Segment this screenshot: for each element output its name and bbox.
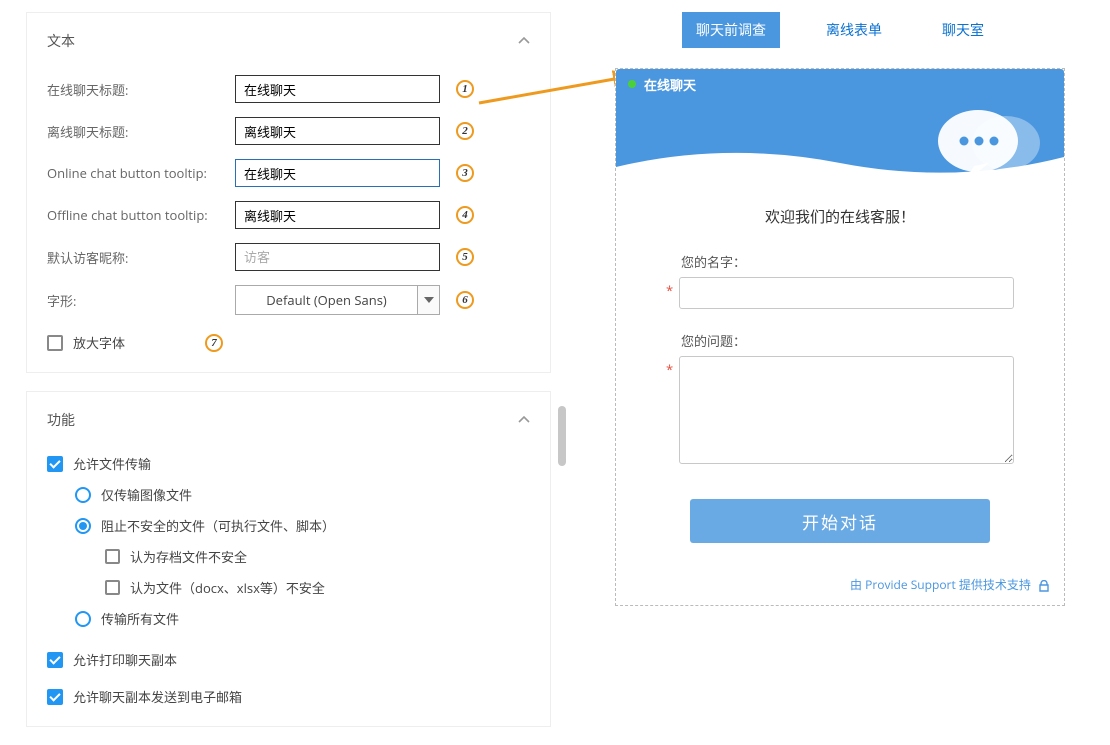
allow-file-checkbox[interactable]: [47, 456, 63, 472]
marker-2: 2: [456, 122, 474, 140]
font-select[interactable]: Default (Open Sans): [235, 285, 440, 315]
chat-widget-title: 在线聊天: [644, 75, 696, 94]
panel-text-title: 文本: [47, 31, 75, 51]
marker-6: 6: [456, 291, 474, 309]
required-asterisk: *: [666, 360, 673, 378]
default-nick-label: 默认访客昵称:: [47, 248, 235, 267]
panel-features-body: 允许文件传输 仅传输图像文件 阻止不安全的文件（可执行文件、脚本） 认为存档文件…: [27, 454, 550, 726]
font-select-value: Default (Open Sans): [236, 291, 417, 309]
allow-print-checkbox[interactable]: [47, 652, 63, 668]
footer-brand: Provide Support: [865, 576, 956, 593]
panel-text-body: 在线聊天标题: 1 离线聊天标题: 2 Online chat button t…: [27, 75, 550, 372]
block-unsafe-label: 阻止不安全的文件（可执行文件、脚本）: [101, 516, 335, 535]
panel-features-header[interactable]: 功能: [27, 392, 550, 446]
all-files-label: 传输所有文件: [101, 609, 179, 628]
all-files-radio[interactable]: [75, 611, 91, 627]
panel-text-header[interactable]: 文本: [27, 13, 550, 67]
start-chat-button[interactable]: 开始对话: [690, 499, 990, 543]
marker-3: 3: [456, 164, 474, 182]
docx-unsafe-label: 认为文件（docx、xlsx等）不安全: [130, 578, 325, 597]
default-nick-input[interactable]: [235, 243, 440, 271]
offline-tooltip-label: Offline chat button tooltip:: [47, 206, 235, 224]
footer-prefix: 由: [850, 576, 865, 593]
online-tooltip-input[interactable]: [235, 159, 440, 187]
marker-1: 1: [456, 80, 474, 98]
required-asterisk: *: [666, 281, 673, 299]
chat-widget-header: 在线聊天: [616, 69, 1064, 99]
question-field-label: 您的问题：: [666, 331, 1014, 350]
scrollbar-thumb[interactable]: [558, 406, 566, 466]
allow-print-label: 允许打印聊天副本: [73, 650, 177, 669]
online-status-icon: [628, 80, 636, 88]
online-title-label: 在线聊天标题:: [47, 80, 235, 99]
lock-icon: [1038, 580, 1050, 592]
docx-unsafe-checkbox[interactable]: [105, 580, 120, 595]
preview-tabs: 聊天前调查 离线表单 聊天室: [580, 12, 1100, 48]
chat-widget-body: 欢迎我们的在线客服！ 您的名字： * 您的问题： * 开始对话: [616, 184, 1064, 568]
font-label: 字形:: [47, 291, 235, 310]
marker-7: 7: [205, 334, 223, 352]
block-unsafe-radio[interactable]: [75, 518, 91, 534]
panel-features-title: 功能: [47, 410, 75, 430]
marker-4: 4: [456, 206, 474, 224]
archive-unsafe-label: 认为存档文件不安全: [130, 547, 247, 566]
only-images-radio[interactable]: [75, 487, 91, 503]
archive-unsafe-checkbox[interactable]: [105, 549, 120, 564]
offline-tooltip-input[interactable]: [235, 201, 440, 229]
marker-5: 5: [456, 248, 474, 266]
chevron-up-icon: [518, 35, 530, 47]
enlarge-font-checkbox[interactable]: [47, 335, 63, 351]
allow-email-label: 允许聊天副本发送到电子邮箱: [73, 687, 242, 706]
online-title-input[interactable]: [235, 75, 440, 103]
allow-file-label: 允许文件传输: [73, 454, 151, 473]
question-textarea[interactable]: [679, 356, 1014, 464]
offline-title-input[interactable]: [235, 117, 440, 145]
panel-features: 功能 允许文件传输 仅传输图像文件 阻止不安全的文件（可执行文件、脚本） 认为存…: [26, 391, 551, 727]
panel-text: 文本 在线聊天标题: 1 离线聊天标题: 2 Online chat butto…: [26, 12, 551, 373]
tab-presurvey[interactable]: 聊天前调查: [682, 12, 780, 48]
chat-widget-footer: 由 Provide Support 提供技术支持: [616, 568, 1064, 605]
only-images-label: 仅传输图像文件: [101, 485, 192, 504]
offline-title-label: 离线聊天标题:: [47, 122, 235, 141]
chat-widget-preview: 在线聊天 欢迎我们的在线客服！ 您的名字： *: [615, 68, 1065, 606]
enlarge-font-label: 放大字体: [73, 333, 125, 352]
allow-email-checkbox[interactable]: [47, 689, 63, 705]
name-field-label: 您的名字：: [666, 252, 1014, 271]
tab-offline-form[interactable]: 离线表单: [812, 12, 896, 48]
welcome-text: 欢迎我们的在线客服！: [666, 206, 1014, 227]
name-input[interactable]: [679, 277, 1014, 309]
chevron-down-icon: [417, 286, 439, 314]
online-tooltip-label: Online chat button tooltip:: [47, 164, 235, 182]
footer-suffix: 提供技术支持: [956, 576, 1031, 593]
chat-widget-banner: [616, 99, 1064, 184]
chevron-up-icon: [518, 414, 530, 426]
tab-chatroom[interactable]: 聊天室: [928, 12, 998, 48]
